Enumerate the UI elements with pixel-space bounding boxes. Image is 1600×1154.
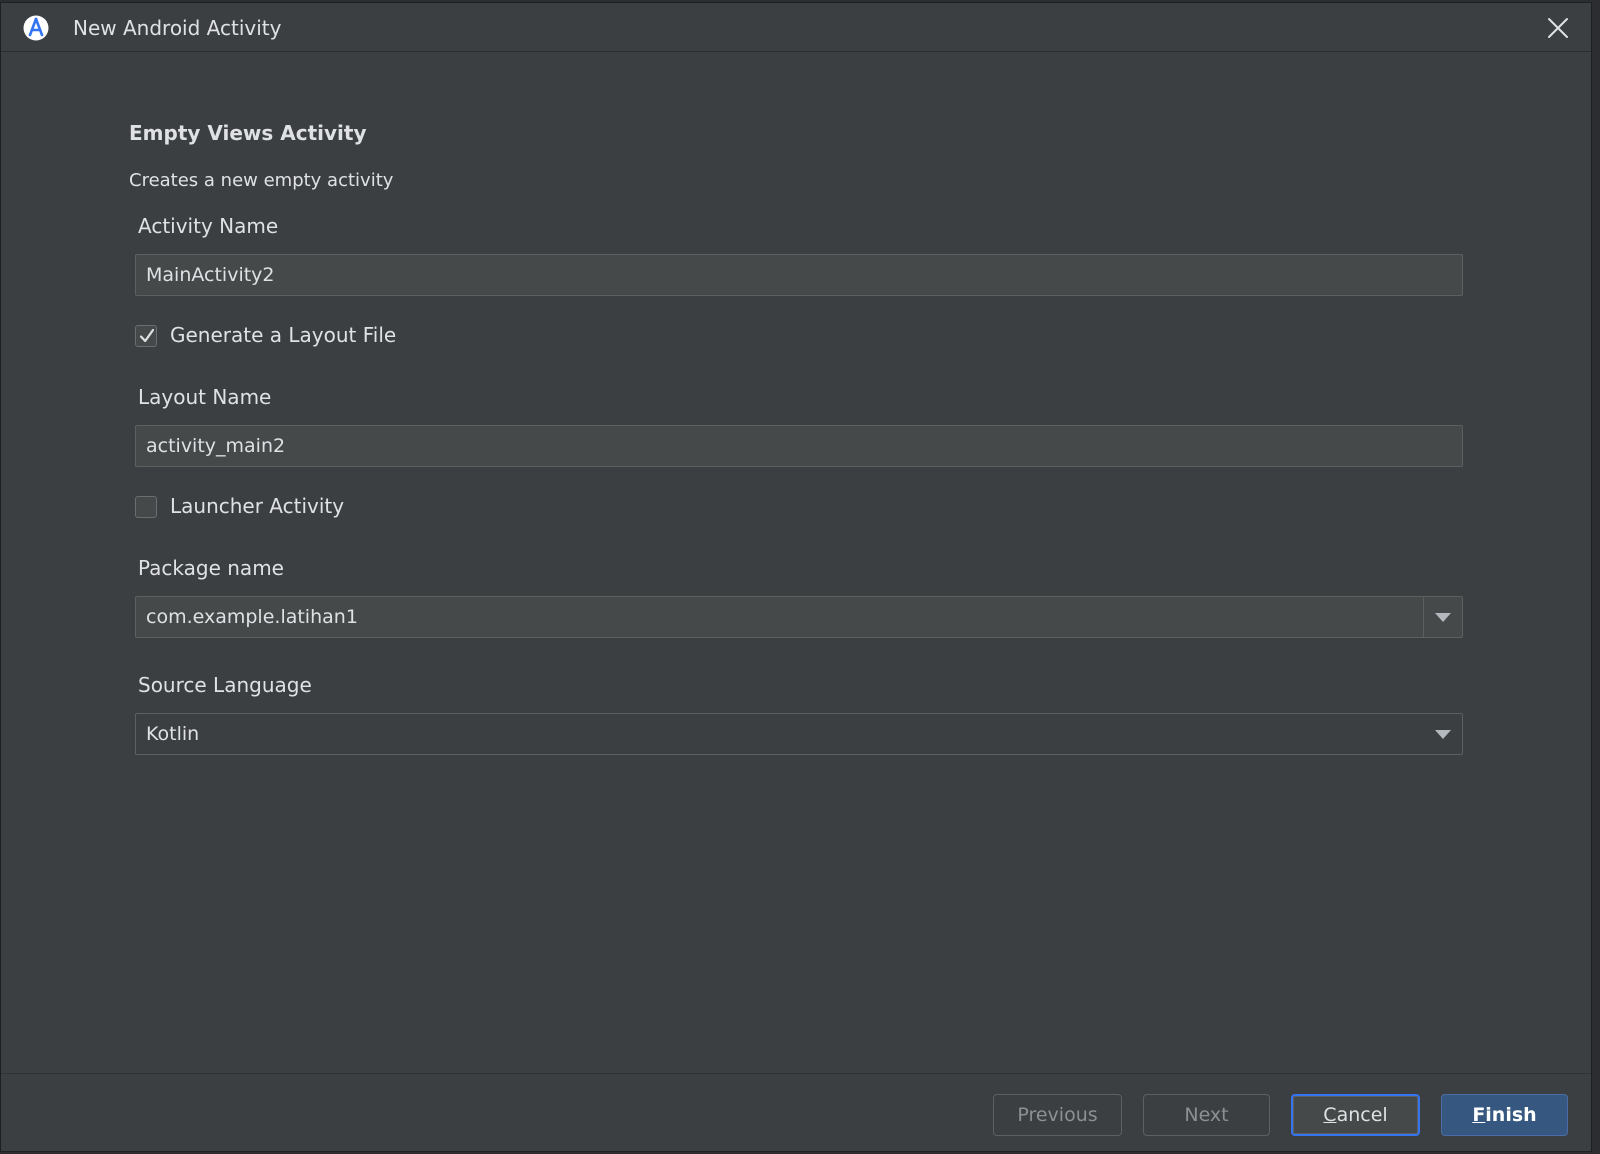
new-activity-dialog: New Android Activity Empty Views Activit… bbox=[0, 2, 1592, 1152]
activity-name-label: Activity Name bbox=[138, 214, 279, 238]
source-language-value: Kotlin bbox=[146, 723, 200, 745]
source-language-dropdown-button[interactable] bbox=[1424, 714, 1462, 754]
background-window-edge bbox=[1592, 0, 1600, 1154]
template-description: Creates a new empty activity bbox=[129, 170, 394, 191]
generate-layout-checkbox[interactable] bbox=[135, 325, 157, 347]
source-language-dropdown[interactable]: Kotlin bbox=[135, 713, 1463, 755]
template-heading: Empty Views Activity bbox=[129, 121, 367, 145]
source-language-label: Source Language bbox=[138, 673, 312, 697]
previous-button[interactable]: Previous bbox=[993, 1094, 1122, 1136]
layout-name-label: Layout Name bbox=[138, 385, 272, 409]
package-name-value: com.example.latihan1 bbox=[146, 606, 358, 628]
generate-layout-label: Generate a Layout File bbox=[170, 323, 397, 347]
title-bar: New Android Activity bbox=[1, 3, 1591, 52]
android-studio-icon bbox=[23, 15, 49, 41]
checkmark-icon bbox=[139, 328, 155, 343]
layout-name-input[interactable] bbox=[135, 425, 1463, 467]
close-icon[interactable] bbox=[1547, 17, 1569, 39]
finish-button[interactable]: Finish bbox=[1441, 1094, 1568, 1136]
package-name-dropdown-button[interactable] bbox=[1423, 597, 1462, 637]
next-button[interactable]: Next bbox=[1143, 1094, 1270, 1136]
window-title: New Android Activity bbox=[73, 16, 282, 40]
package-name-label: Package name bbox=[138, 556, 284, 580]
package-name-dropdown[interactable]: com.example.latihan1 bbox=[135, 596, 1463, 638]
launcher-activity-checkbox[interactable] bbox=[135, 496, 157, 518]
cancel-button[interactable]: Cancel bbox=[1291, 1094, 1420, 1136]
chevron-down-icon bbox=[1435, 613, 1451, 622]
activity-name-input[interactable] bbox=[135, 254, 1463, 296]
chevron-down-icon bbox=[1435, 730, 1451, 739]
launcher-activity-label: Launcher Activity bbox=[170, 494, 345, 518]
button-bar: Previous Next Cancel Finish bbox=[1, 1073, 1591, 1154]
